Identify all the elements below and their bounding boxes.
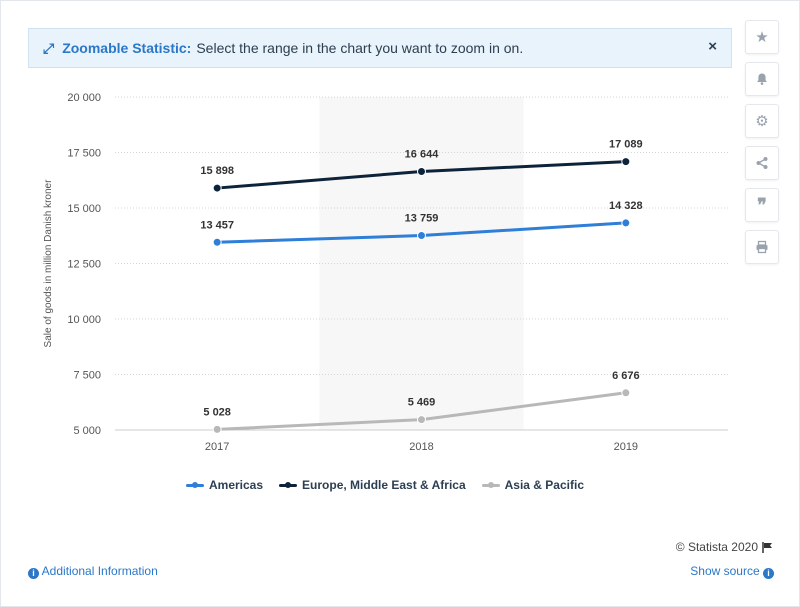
y-tick-label: 10 000: [67, 314, 101, 326]
legend-label: Asia & Pacific: [504, 478, 584, 492]
legend-swatch: [481, 481, 500, 488]
credit-text: © Statista 2020: [675, 540, 758, 554]
y-tick-label: 15 000: [67, 203, 101, 215]
statista-credit: © Statista 2020: [676, 540, 774, 554]
legend-label: Americas: [208, 478, 264, 492]
show-source-label: Show source: [690, 564, 760, 578]
data-point[interactable]: [417, 167, 426, 177]
y-tick-label: 17 500: [67, 148, 101, 160]
legend-label: Europe, Middle East & Africa: [302, 478, 466, 492]
chart-legend: Americas Europe, Middle East & Africa Asia…: [0, 478, 770, 492]
legend-swatch: [185, 481, 204, 488]
y-tick-label: 5 000: [73, 425, 101, 437]
legend-item[interactable]: Asia & Pacific: [481, 478, 584, 492]
data-label: 13 457: [200, 219, 234, 231]
data-point[interactable]: [621, 388, 631, 398]
y-tick-label: 12 500: [67, 259, 101, 271]
bell-icon[interactable]: [745, 62, 779, 96]
gear-icon[interactable]: ⚙: [745, 104, 779, 138]
data-label: 5 469: [408, 397, 436, 409]
data-label: 16 644: [405, 149, 440, 161]
star-icon[interactable]: ★: [745, 20, 779, 54]
additional-information-label: Additional Information: [41, 564, 158, 578]
data-label: 6 676: [612, 370, 640, 382]
data-point[interactable]: [417, 231, 426, 241]
show-source-link[interactable]: Show source i: [690, 564, 774, 579]
y-tick-label: 7 500: [73, 370, 101, 382]
x-tick-label: 2017: [205, 441, 229, 453]
legend-item[interactable]: Europe, Middle East & Africa: [279, 478, 466, 492]
data-point[interactable]: [212, 237, 222, 247]
quote-icon[interactable]: ❞: [745, 188, 779, 222]
data-label: 13 759: [405, 213, 439, 225]
data-label: 5 028: [203, 406, 231, 418]
y-axis-title: Sale of goods in million Danish kroner: [43, 179, 54, 348]
info-icon: i: [28, 568, 39, 579]
flag-icon[interactable]: [762, 541, 774, 553]
line-chart[interactable]: 5 000 7 500 10 000 12 500 15 000 17 500 20 000…: [0, 0, 740, 470]
data-point[interactable]: [417, 415, 426, 425]
data-point[interactable]: [621, 218, 631, 228]
print-icon[interactable]: [745, 230, 779, 264]
data-label: 14 328: [609, 200, 643, 212]
x-tick-label: 2019: [614, 441, 638, 453]
legend-item[interactable]: Americas: [185, 478, 264, 492]
side-toolbar: ★ ⚙ ❞: [745, 20, 781, 272]
legend-swatch: [279, 481, 298, 488]
data-point[interactable]: [212, 424, 222, 434]
additional-information-link[interactable]: i Additional Information: [28, 564, 158, 579]
data-label: 15 898: [200, 165, 234, 177]
info-icon: i: [763, 568, 774, 579]
data-point[interactable]: [621, 157, 631, 167]
x-tick-label: 2018: [409, 441, 433, 453]
y-tick-label: 20 000: [67, 92, 101, 104]
data-point[interactable]: [212, 183, 222, 193]
share-icon[interactable]: [745, 146, 779, 180]
data-label: 17 089: [609, 139, 643, 151]
